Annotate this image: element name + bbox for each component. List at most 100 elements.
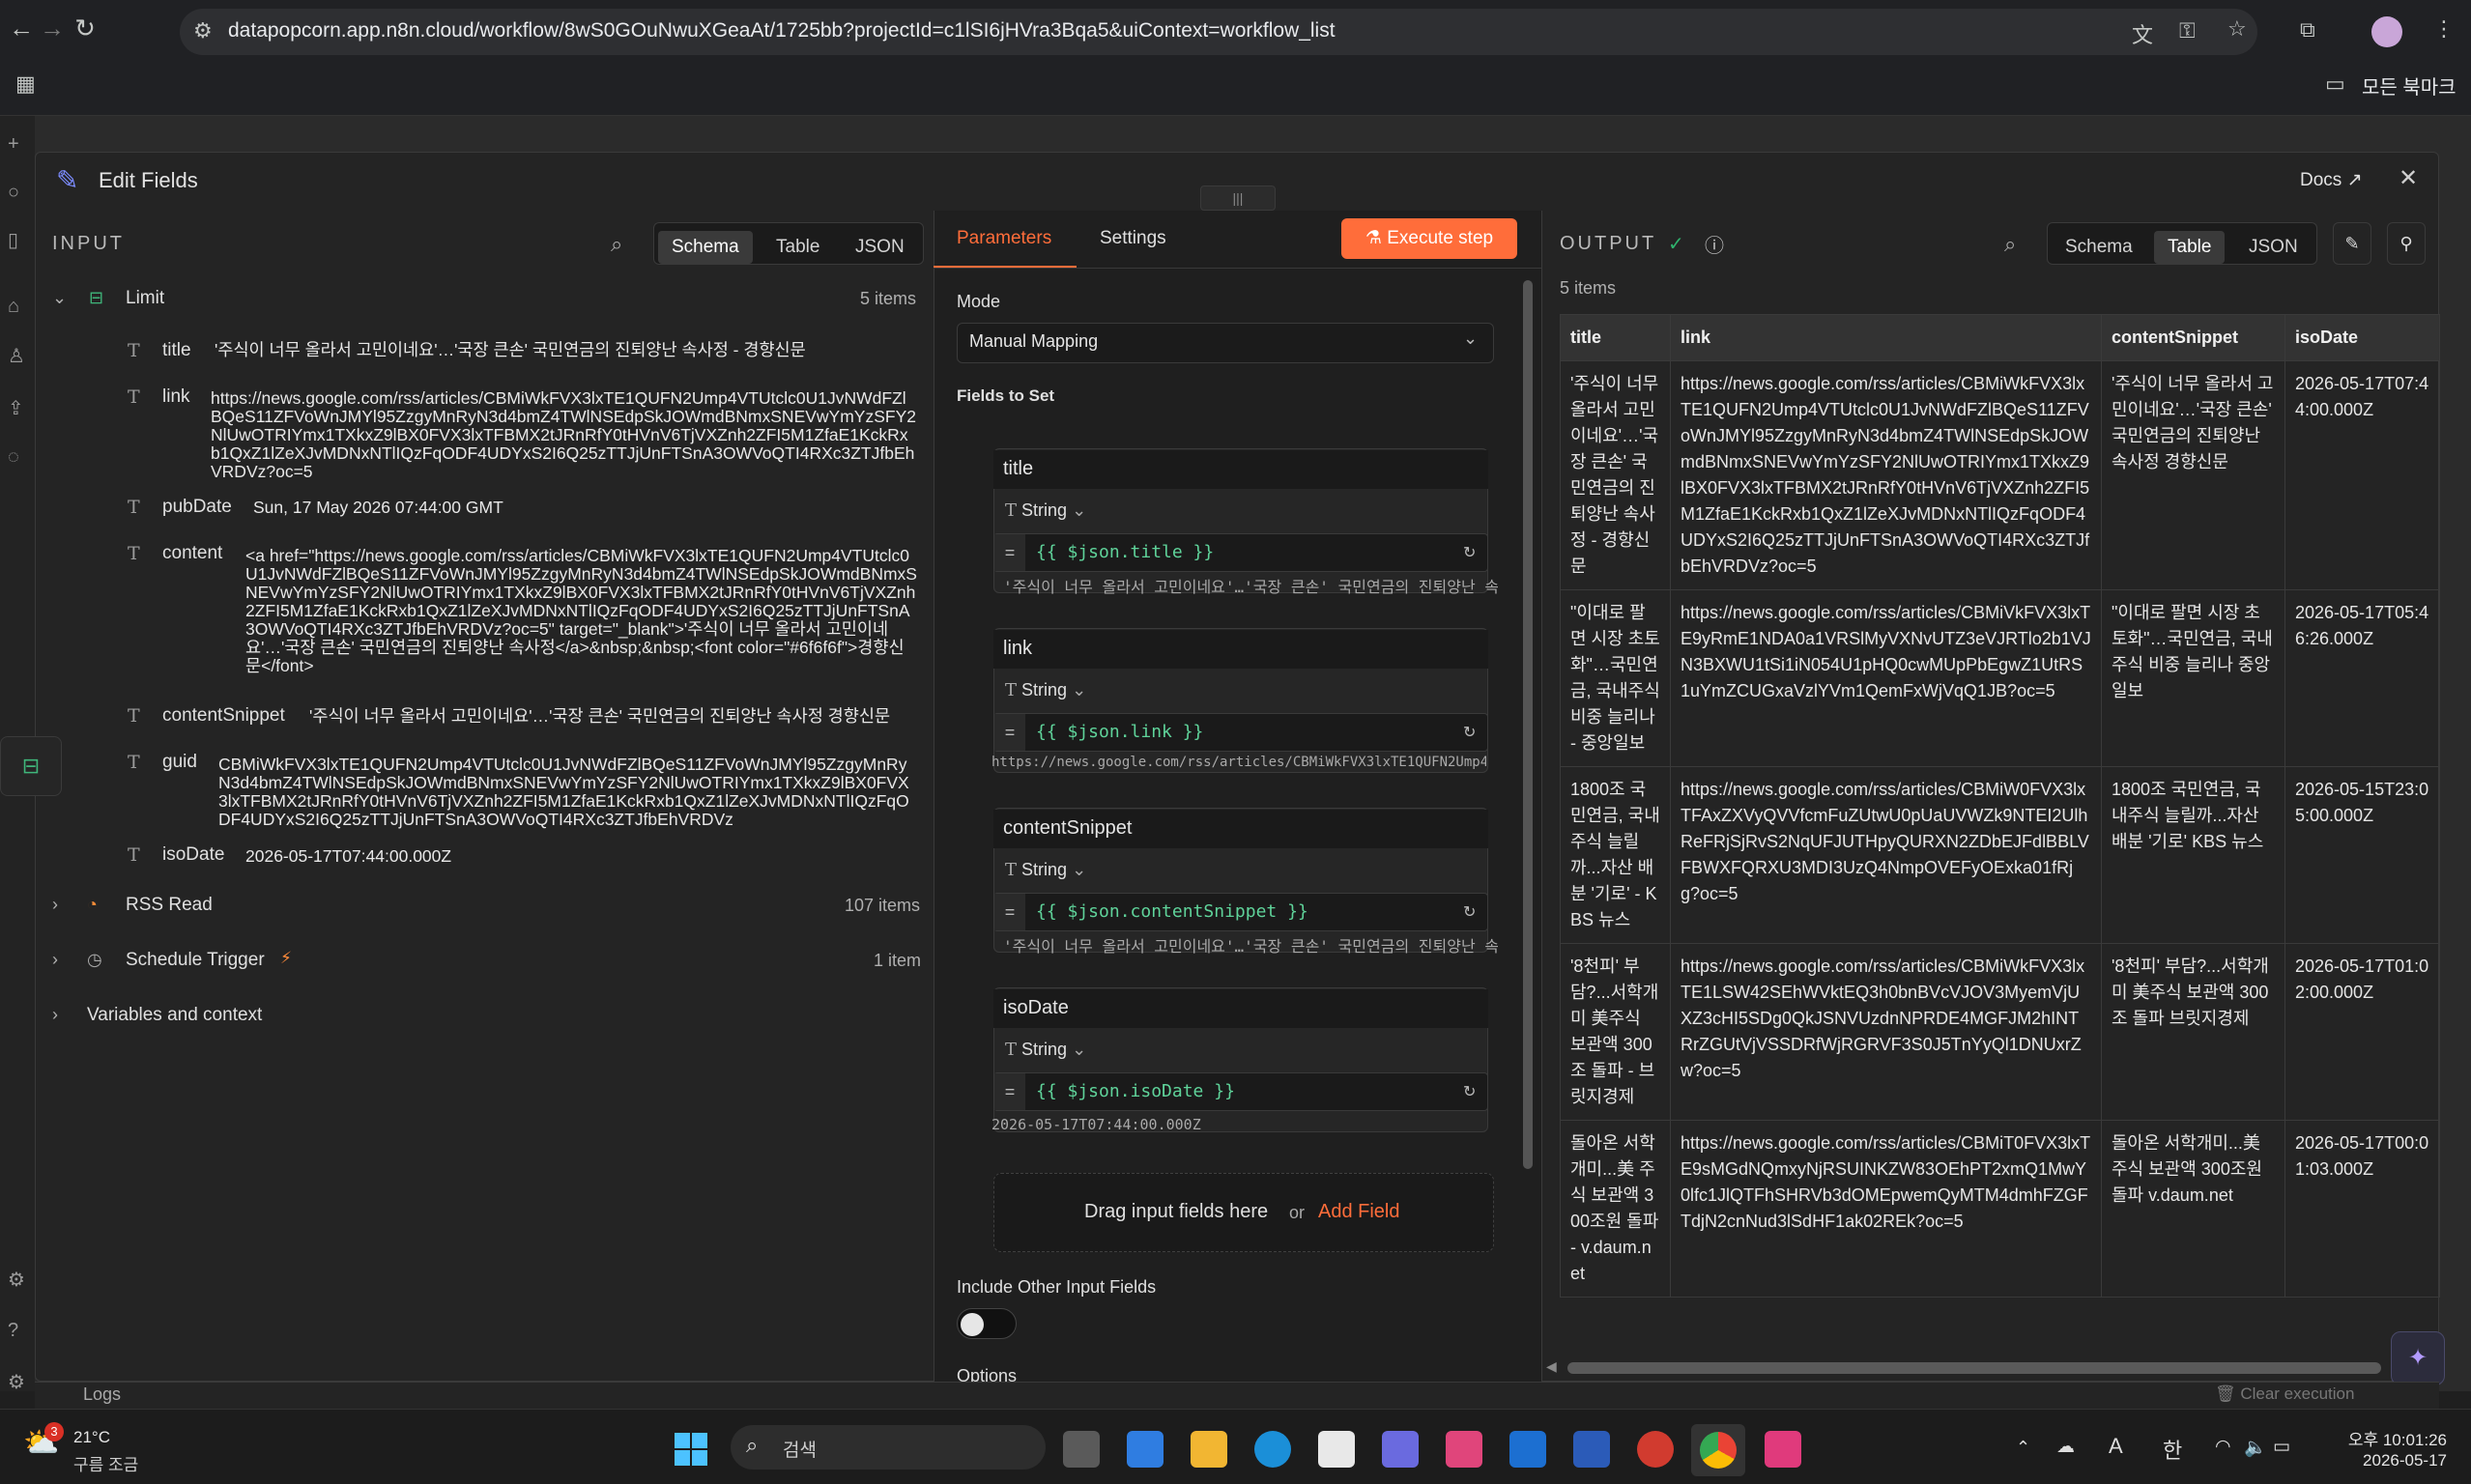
back-icon[interactable]: ← (4, 14, 39, 43)
table-cell[interactable]: "이대로 팔면 시장 초토화"…국민연금, 국내주식 비중 늘리나 - 중앙일보 (1560, 589, 1671, 767)
wifi-icon[interactable]: ◠ (2215, 1436, 2231, 1458)
profile-avatar[interactable] (2371, 16, 2402, 47)
reload-icon[interactable]: ↻ (68, 14, 102, 43)
settings-icon[interactable]: ⚙ (8, 1268, 25, 1292)
output-tab-table[interactable]: Table (2154, 231, 2226, 264)
info-icon[interactable]: ⓘ (1705, 230, 1724, 258)
table-cell[interactable]: https://news.google.com/rss/articles/CBM… (1670, 943, 2102, 1121)
pin-icon[interactable]: ⚲ (2387, 222, 2426, 265)
field-type-contentsnippet[interactable]: T String ⌄ (1005, 860, 1086, 880)
chrome-taskbar-active[interactable] (1691, 1424, 1745, 1476)
tray-chevron-icon[interactable]: ⌃ (2016, 1438, 2030, 1458)
ai-assistant-icon[interactable]: ✦ (2391, 1331, 2445, 1385)
table-cell[interactable]: 2026-05-15T23:05:00.000Z (2284, 766, 2440, 944)
clear-execution-button[interactable]: 🗑 Clear execution (2215, 1384, 2354, 1404)
table-cell[interactable]: 돌아온 서학개미...美 주식 보관액 300조원 돌파 - v.daum.ne… (1560, 1120, 1671, 1298)
volume-icon[interactable]: 🔈 (2244, 1436, 2267, 1459)
column-header-contentsnippet[interactable]: contentSnippet (2101, 314, 2285, 361)
clock-date[interactable]: 2026-05-17 (2339, 1451, 2447, 1470)
field-key-contentsnippet[interactable]: contentSnippet (162, 705, 285, 727)
outlook-icon[interactable] (1509, 1431, 1546, 1468)
tab-settings[interactable]: Settings (1100, 228, 1166, 249)
table-cell[interactable]: 2026-05-17T05:46:26.000Z (2284, 589, 2440, 767)
powerpoint-icon[interactable] (1637, 1431, 1674, 1468)
edit-output-icon[interactable]: ✎ (2333, 222, 2371, 265)
start-button[interactable] (673, 1431, 709, 1468)
apps-grid-icon[interactable]: ▦ (15, 71, 36, 97)
table-cell[interactable]: 1800조 국민연금, 국내 주식 늘릴까...자산 배분 '기로' - KBS… (1560, 766, 1671, 944)
translate-icon[interactable]: 文 (2132, 18, 2153, 49)
url-text[interactable]: datapopcorn.app.n8n.cloud/workflow/8wS0G… (228, 19, 1336, 43)
output-tab-schema[interactable]: Schema (2052, 231, 2146, 264)
field-type-isodate[interactable]: T String ⌄ (1005, 1040, 1086, 1060)
table-cell[interactable]: https://news.google.com/rss/articles/CBM… (1670, 766, 2102, 944)
input-tab-schema[interactable]: Schema (658, 231, 753, 264)
field-key-pubdate[interactable]: pubDate (162, 497, 232, 518)
table-cell[interactable]: 돌아온 서학개미...美 주식 보관액 300조원 돌파 v.daum.net (2101, 1120, 2285, 1298)
ime-alpha-indicator[interactable]: A (2109, 1434, 2123, 1459)
schedule-node-name[interactable]: Schedule Trigger (126, 950, 265, 971)
input-tab-table[interactable]: Table (762, 231, 833, 264)
field-type-title[interactable]: T String ⌄ (1005, 500, 1086, 521)
table-cell[interactable]: '주식이 너무 올라서 고민이네요'…'국장 큰손' 국민연금의 진퇴양난 속사… (2101, 360, 2285, 590)
table-cell[interactable]: https://news.google.com/rss/articles/CBM… (1670, 360, 2102, 590)
output-horizontal-scrollbar[interactable] (1567, 1362, 2381, 1374)
field-type-link[interactable]: T String ⌄ (1005, 680, 1086, 700)
table-cell[interactable]: '주식이 너무 올라서 고민이네요'…'국장 큰손' 국민연금의 진퇴양난 속사… (1560, 360, 1671, 590)
panel-toggle-icon[interactable]: ⊟ (0, 736, 62, 796)
input-tab-json[interactable]: JSON (842, 231, 918, 264)
execute-step-button[interactable]: ⚗ Execute step (1341, 218, 1517, 259)
field-key-content[interactable]: content (162, 543, 222, 564)
gear-icon[interactable]: ⚙ (8, 1370, 25, 1394)
field-key-title[interactable]: title (162, 340, 191, 361)
field-name-isodate[interactable]: isoDate (993, 989, 1488, 1028)
expand-icon[interactable]: ↻ (1463, 543, 1476, 562)
column-header-title[interactable]: title (1560, 314, 1671, 361)
field-name-link[interactable]: link (993, 630, 1488, 669)
share-icon[interactable]: ⇪ (8, 396, 24, 420)
password-key-icon[interactable]: ⚿ (2179, 18, 2196, 43)
pre-app-icon[interactable] (1127, 1431, 1164, 1468)
clock-time[interactable]: 오후 10:01:26 (2339, 1426, 2447, 1450)
panel-icon[interactable]: ▯ (8, 228, 18, 252)
onedrive-icon[interactable]: ☁ (2056, 1436, 2075, 1458)
field-key-isodate[interactable]: isoDate (162, 844, 224, 866)
drag-handle[interactable]: ||| (1200, 186, 1276, 211)
limit-node-name[interactable]: Limit (126, 288, 164, 309)
field-key-guid[interactable]: guid (162, 752, 197, 773)
table-cell[interactable]: "이대로 팔면 시장 초토화"…국민연금, 국내주식 비중 늘리나 중앙일보 (2101, 589, 2285, 767)
copilot-icon[interactable] (1446, 1431, 1482, 1468)
extensions-icon[interactable]: ⧉ (2300, 17, 2315, 43)
store-icon[interactable] (1318, 1431, 1355, 1468)
variables-context[interactable]: Variables and context (87, 1005, 262, 1026)
home-icon[interactable]: ⌂ (8, 296, 19, 318)
output-tab-json[interactable]: JSON (2235, 231, 2312, 264)
table-cell[interactable]: 2026-05-17T07:44:00.000Z (2284, 360, 2440, 590)
table-cell[interactable]: 1800조 국민연금, 국내주식 늘릴까...자산 배분 '기로' KBS 뉴스 (2101, 766, 2285, 944)
tab-parameters[interactable]: Parameters (957, 228, 1051, 249)
chevron-down-icon[interactable]: ⌄ (52, 288, 67, 308)
table-cell[interactable]: https://news.google.com/rss/articles/CBM… (1670, 1120, 2102, 1298)
folder-icon[interactable]: ▭ (2325, 71, 2345, 97)
chevron-right-icon[interactable]: › (52, 950, 58, 970)
taskbar-search[interactable] (731, 1425, 1046, 1470)
edge-icon[interactable] (1254, 1431, 1291, 1468)
battery-icon[interactable]: ▭ (2273, 1436, 2290, 1458)
forward-icon[interactable]: → (35, 14, 70, 43)
logs-toggle[interactable]: Logs (83, 1384, 121, 1405)
expand-icon[interactable]: ↻ (1463, 902, 1476, 922)
docs-link[interactable]: Docs ↗ (2300, 169, 2363, 191)
field-name-contentsnippet[interactable]: contentSnippet (993, 810, 1488, 848)
expand-icon[interactable]: ↻ (1463, 1082, 1476, 1101)
chrome-menu-icon[interactable]: ⋮ (2433, 16, 2455, 42)
chevron-right-icon[interactable]: › (52, 895, 58, 915)
bookmark-star-icon[interactable]: ☆ (2227, 16, 2247, 42)
user-icon[interactable]: ♙ (8, 344, 25, 368)
task-view-icon[interactable] (1063, 1431, 1100, 1468)
field-name-title[interactable]: title (993, 450, 1488, 489)
rss-node-name[interactable]: RSS Read (126, 895, 213, 916)
column-header-link[interactable]: link (1670, 314, 2102, 361)
column-header-isodate[interactable]: isoDate (2284, 314, 2440, 361)
table-cell[interactable]: https://news.google.com/rss/articles/CBM… (1670, 589, 2102, 767)
expand-icon[interactable]: ↻ (1463, 723, 1476, 742)
